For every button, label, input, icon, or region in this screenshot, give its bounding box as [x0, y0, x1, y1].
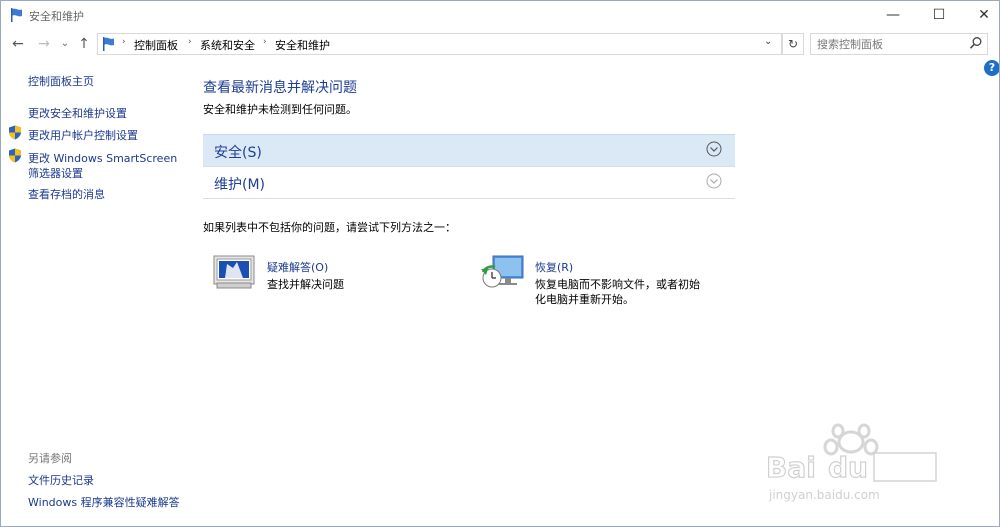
- section-security-label: 安全(S): [214, 145, 262, 161]
- close-button[interactable]: ✕: [962, 1, 999, 29]
- sidebar-item-change-security-settings[interactable]: 更改安全和维护设置: [28, 105, 127, 121]
- svg-text:Bai: Bai: [766, 451, 816, 484]
- section-maintenance[interactable]: 维护(M): [203, 167, 735, 199]
- recovery-link[interactable]: 恢复(R): [535, 259, 573, 275]
- address-dropdown-button[interactable]: ⌄: [764, 36, 772, 47]
- forward-button[interactable]: →: [35, 34, 53, 54]
- breadcrumb-control-panel[interactable]: 控制面板: [134, 37, 178, 53]
- uac-shield-icon: [9, 125, 21, 140]
- flag-icon: [11, 8, 22, 22]
- breadcrumb-separator[interactable]: ›: [263, 37, 267, 47]
- refresh-button[interactable]: ↻: [782, 33, 804, 55]
- search-icon[interactable]: [969, 36, 983, 50]
- troubleshoot-description: 查找并解决问题: [267, 278, 344, 291]
- breadcrumb-separator[interactable]: ›: [122, 37, 126, 47]
- flag-icon: [103, 37, 114, 51]
- left-pane: 控制面板主页 更改安全和维护设置 更改用户帐户控制设置 更改 Windows S…: [1, 61, 196, 526]
- see-also-heading: 另请参阅: [28, 452, 72, 465]
- recovery-description: 恢复电脑而不影响文件，或者初始化电脑并重新开始。: [535, 278, 700, 306]
- section-security[interactable]: 安全(S): [203, 134, 735, 167]
- breadcrumb-security-maintenance[interactable]: 安全和维护: [275, 37, 330, 53]
- section-maintenance-label: 维护(M): [214, 177, 266, 193]
- up-button[interactable]: ↑: [75, 34, 93, 54]
- see-also-compat-troubleshooter[interactable]: Windows 程序兼容性疑难解答: [28, 494, 180, 510]
- search-input[interactable]: [817, 36, 963, 52]
- help-button[interactable]: ?: [984, 60, 999, 76]
- sidebar-item-smartscreen-line2[interactable]: 筛选器设置: [28, 165, 83, 181]
- see-also-file-history[interactable]: 文件历史记录: [28, 472, 94, 488]
- sidebar-item-uac-settings[interactable]: 更改用户帐户控制设置: [28, 127, 138, 143]
- sidebar-item-archived-messages[interactable]: 查看存档的消息: [28, 186, 105, 202]
- address-bar[interactable]: › 控制面板 › 系统和安全 › 安全和维护 ⌄: [97, 33, 782, 55]
- control-panel-window: 安全和维护 — ☐ ✕ ← → ⌄ ↑ › 控制面板 › 系统和安全 › 安全和…: [0, 0, 1000, 527]
- breadcrumb-system-security[interactable]: 系统和安全: [200, 37, 255, 53]
- title-bar: 安全和维护 — ☐ ✕: [1, 1, 999, 29]
- breadcrumb-separator[interactable]: ›: [188, 37, 192, 47]
- recent-locations-button[interactable]: ⌄: [59, 34, 71, 54]
- recovery-icon: [481, 255, 524, 288]
- troubleshoot-icon: [213, 255, 255, 289]
- maximize-button[interactable]: ☐: [917, 1, 961, 29]
- chevron-down-icon[interactable]: [706, 141, 722, 157]
- troubleshoot-link[interactable]: 疑难解答(O): [267, 259, 328, 275]
- sidebar-item-home[interactable]: 控制面板主页: [28, 73, 94, 89]
- svg-text:du: du: [828, 451, 868, 484]
- chevron-down-icon[interactable]: [706, 173, 722, 189]
- page-title: 查看最新消息并解决问题: [203, 80, 357, 96]
- alternative-methods-text: 如果列表中不包括你的问题，请尝试下列方法之一：: [203, 221, 456, 234]
- navigation-bar: ← → ⌄ ↑ › 控制面板 › 系统和安全 › 安全和维护 ⌄ ↻: [1, 31, 999, 57]
- watermark-url: jingyan.baidu.com: [769, 488, 880, 502]
- window-title: 安全和维护: [29, 10, 84, 23]
- uac-shield-icon: [9, 148, 21, 163]
- back-button[interactable]: ←: [9, 34, 27, 54]
- search-box[interactable]: [810, 33, 988, 55]
- sidebar-item-smartscreen[interactable]: 更改 Windows SmartScreen: [28, 150, 177, 166]
- page-subtitle: 安全和维护未检测到任何问题。: [203, 103, 357, 116]
- minimize-button[interactable]: —: [871, 1, 915, 29]
